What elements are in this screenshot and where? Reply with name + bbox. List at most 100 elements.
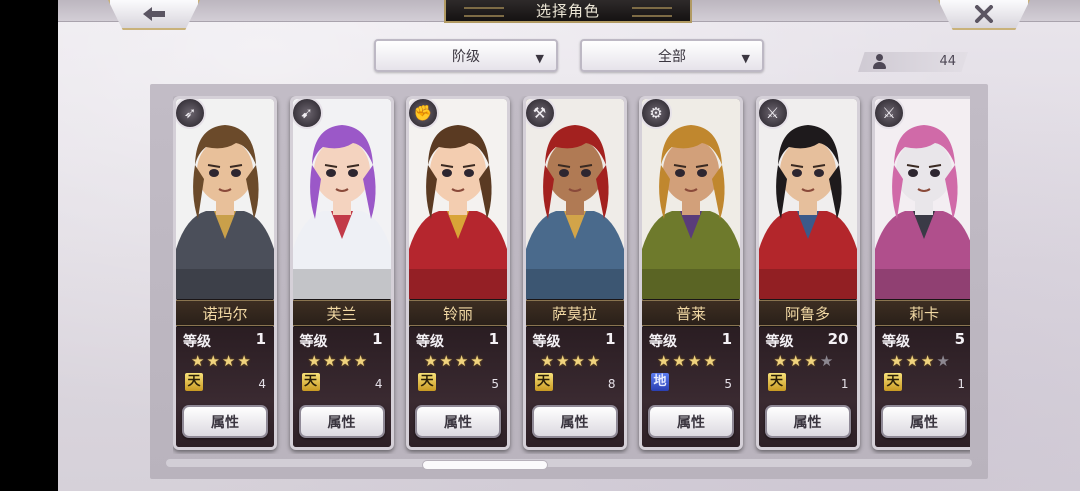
rank-count: 1: [840, 377, 849, 391]
character-card[interactable]: ⚔ 阿鲁多 等级 20 ★★★★ 天 1 属性: [755, 96, 860, 450]
star-icon: ★: [936, 352, 952, 370]
star-icon: ★: [470, 352, 486, 370]
level-value: 20: [827, 330, 849, 348]
character-info: 等级 1 ★★★★ 天 8 属性: [525, 327, 624, 447]
star-rating: ★★★★: [774, 352, 836, 370]
level-value: 1: [255, 330, 266, 348]
spear-icon: ➶: [176, 99, 206, 129]
rank-icon: 天: [185, 373, 203, 391]
star-icon: ★: [322, 352, 339, 370]
rank-count: 5: [724, 377, 732, 391]
character-list[interactable]: ➶ 诺玛尔 等级 1 ★★★★ 天 4 属性 ➹ 芙兰 等级 1 ★★★★ 天: [173, 96, 970, 454]
fist-icon: ✊: [409, 99, 439, 129]
character-name: 阿鲁多: [758, 300, 857, 326]
character-info: 等级 1 ★★★★ 地 5 属性: [642, 327, 740, 447]
category-filter-label: 全部: [658, 48, 686, 65]
star-icon: ★: [703, 352, 719, 370]
character-portrait[interactable]: [758, 99, 857, 299]
rank-icon: 地: [651, 373, 669, 391]
level-label: 等级: [532, 334, 561, 350]
character-portrait[interactable]: [176, 99, 274, 299]
close-button[interactable]: [938, 0, 1030, 30]
bow-icon: ➹: [292, 99, 323, 129]
star-rating: ★★★★: [890, 352, 952, 370]
character-info: 等级 5 ★★★★ 天 1 属性: [875, 327, 970, 447]
character-name: 莉卡: [875, 300, 970, 326]
rank-count: 4: [374, 377, 383, 391]
character-portrait[interactable]: [642, 99, 740, 299]
star-icon: ★: [905, 352, 921, 370]
level-value: 1: [488, 330, 499, 348]
star-rating: ★★★★: [657, 352, 719, 370]
attribute-button[interactable]: 属性: [881, 405, 967, 438]
rank-count: 4: [258, 377, 266, 391]
level-label: 等级: [299, 334, 328, 350]
character-name: 诺玛尔: [176, 300, 274, 326]
star-icon: ★: [540, 352, 556, 370]
screen-title: 选择角色: [444, 0, 692, 23]
star-icon: ★: [338, 352, 354, 370]
star-icon: ★: [353, 352, 370, 370]
attribute-button[interactable]: 属性: [531, 405, 618, 438]
rank-icon: 天: [884, 373, 902, 391]
star-icon: ★: [439, 352, 455, 370]
star-icon: ★: [819, 352, 836, 370]
character-card[interactable]: ⚒ 萨莫拉 等级 1 ★★★★ 天 8 属性: [522, 96, 627, 450]
level-label: 等级: [649, 334, 677, 350]
star-icon: ★: [890, 352, 906, 370]
star-icon: ★: [221, 352, 238, 370]
star-icon: ★: [687, 352, 704, 370]
user-icon: [873, 54, 886, 70]
star-icon: ★: [555, 352, 572, 370]
sword-icon: ⚔: [758, 99, 789, 129]
character-info: 等级 1 ★★★★ 天 4 属性: [292, 327, 391, 447]
character-portrait[interactable]: [525, 99, 624, 299]
sword-icon: ⚔: [875, 99, 905, 129]
attribute-button[interactable]: 属性: [415, 405, 501, 438]
rank-filter-dropdown[interactable]: 阶级 ▼: [374, 39, 558, 72]
rank-icon: 天: [767, 373, 786, 391]
rank-icon: 天: [534, 373, 553, 391]
star-icon: ★: [657, 352, 673, 370]
rank-count: 8: [607, 377, 616, 391]
character-card[interactable]: ➹ 芙兰 等级 1 ★★★★ 天 4 属性: [289, 96, 394, 450]
scrollbar-track[interactable]: [166, 459, 972, 467]
star-rating: ★★★★: [191, 352, 253, 370]
character-card[interactable]: ⚙ 普莱 等级 1 ★★★★ 地 5 属性: [639, 96, 743, 450]
rank-icon: 天: [301, 373, 320, 391]
attribute-button[interactable]: 属性: [182, 405, 268, 438]
character-card[interactable]: ➶ 诺玛尔 等级 1 ★★★★ 天 4 属性: [173, 96, 277, 450]
screen-title-text: 选择角色: [535, 2, 600, 20]
star-rating: ★★★★: [424, 352, 486, 370]
star-icon: ★: [788, 352, 805, 370]
level-label: 等级: [882, 334, 910, 350]
character-portrait[interactable]: [409, 99, 507, 299]
character-card[interactable]: ✊ 铃丽 等级 1 ★★★★ 天 5 属性: [406, 96, 510, 450]
character-portrait[interactable]: [292, 99, 391, 299]
category-filter-dropdown[interactable]: 全部 ▼: [580, 39, 764, 72]
character-name: 萨莫拉: [525, 300, 624, 326]
star-icon: ★: [571, 352, 587, 370]
scrollbar-thumb[interactable]: [422, 460, 548, 470]
rank-filter-label: 阶级: [452, 48, 480, 65]
back-button[interactable]: [108, 0, 200, 30]
level-label: 等级: [416, 334, 444, 350]
star-icon: ★: [206, 352, 222, 370]
game-screen: 选择角色 阶级 ▼ 全部 ▼ 4 4 ➶ 诺玛尔 等级 1 ★★★★ 天 4 属性…: [58, 0, 1080, 491]
character-info: 等级 1 ★★★★ 天 4 属性: [176, 327, 274, 447]
level-value: 5: [954, 330, 965, 348]
character-card[interactable]: ⚔ 莉卡 等级 5 ★★★★ 天 1 属性: [872, 96, 970, 450]
axe-icon: ⚒: [525, 99, 556, 129]
star-rating: ★★★★: [308, 352, 370, 370]
star-icon: ★: [424, 352, 440, 370]
chevron-down-icon: ▼: [535, 52, 544, 65]
level-value: 1: [372, 330, 383, 348]
close-x-icon: [975, 5, 993, 23]
attribute-button[interactable]: 属性: [648, 405, 734, 438]
attribute-button[interactable]: 属性: [298, 405, 385, 438]
wrench-icon: ⚙: [642, 99, 672, 129]
character-info: 等级 1 ★★★★ 天 5 属性: [409, 327, 507, 447]
attribute-button[interactable]: 属性: [764, 405, 851, 438]
star-icon: ★: [586, 352, 603, 370]
character-portrait[interactable]: [875, 99, 970, 299]
